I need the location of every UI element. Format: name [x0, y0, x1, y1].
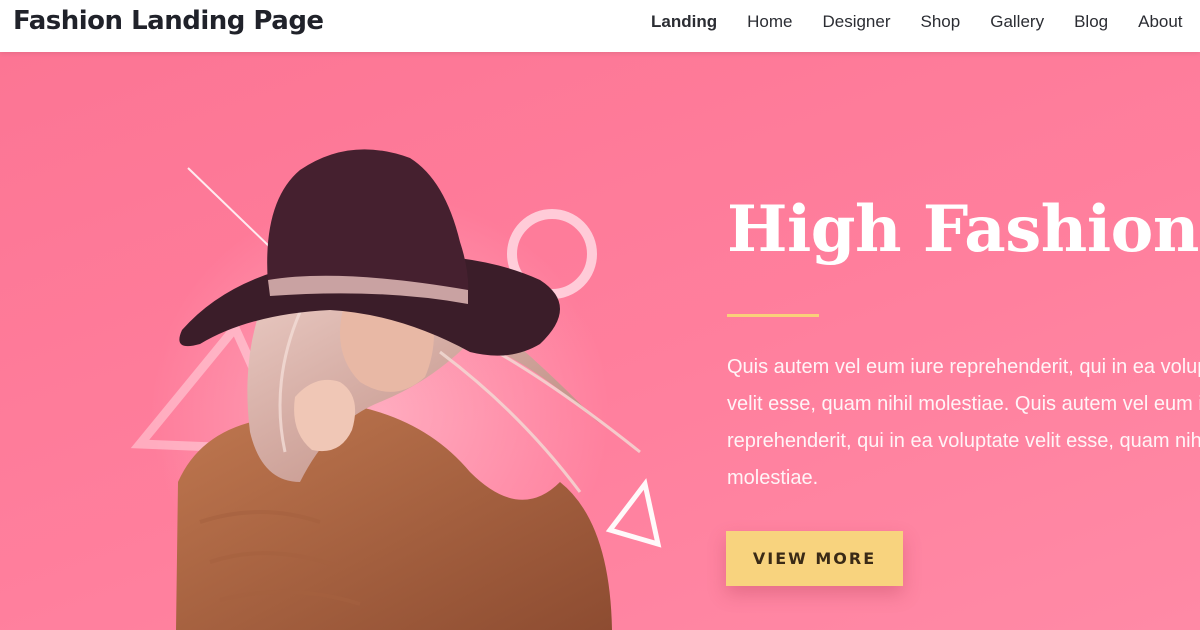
- nav-about[interactable]: About: [1138, 12, 1182, 32]
- hero-title: High Fashion: [727, 192, 1199, 267]
- main-nav: Landing Home Designer Shop Gallery Blog …: [651, 12, 1200, 32]
- site-brand[interactable]: Fashion Landing Page: [13, 6, 324, 36]
- view-more-button[interactable]: VIEW MORE: [726, 531, 903, 586]
- nav-shop[interactable]: Shop: [921, 12, 961, 32]
- triangle-outline-small: [605, 478, 662, 548]
- nav-blog[interactable]: Blog: [1074, 12, 1108, 32]
- site-header: Fashion Landing Page Landing Home Design…: [0, 0, 1200, 52]
- hero-artwork: [130, 149, 662, 630]
- title-underline: [727, 314, 819, 317]
- hero-paragraph: Quis autem vel eum iure reprehenderit, q…: [727, 356, 1200, 489]
- hero-section: High Fashion Quis autem vel eum iure rep…: [0, 52, 1200, 630]
- nav-designer[interactable]: Designer: [822, 12, 890, 32]
- nav-landing[interactable]: Landing: [651, 12, 717, 32]
- nav-home[interactable]: Home: [747, 12, 792, 32]
- nav-gallery[interactable]: Gallery: [990, 12, 1044, 32]
